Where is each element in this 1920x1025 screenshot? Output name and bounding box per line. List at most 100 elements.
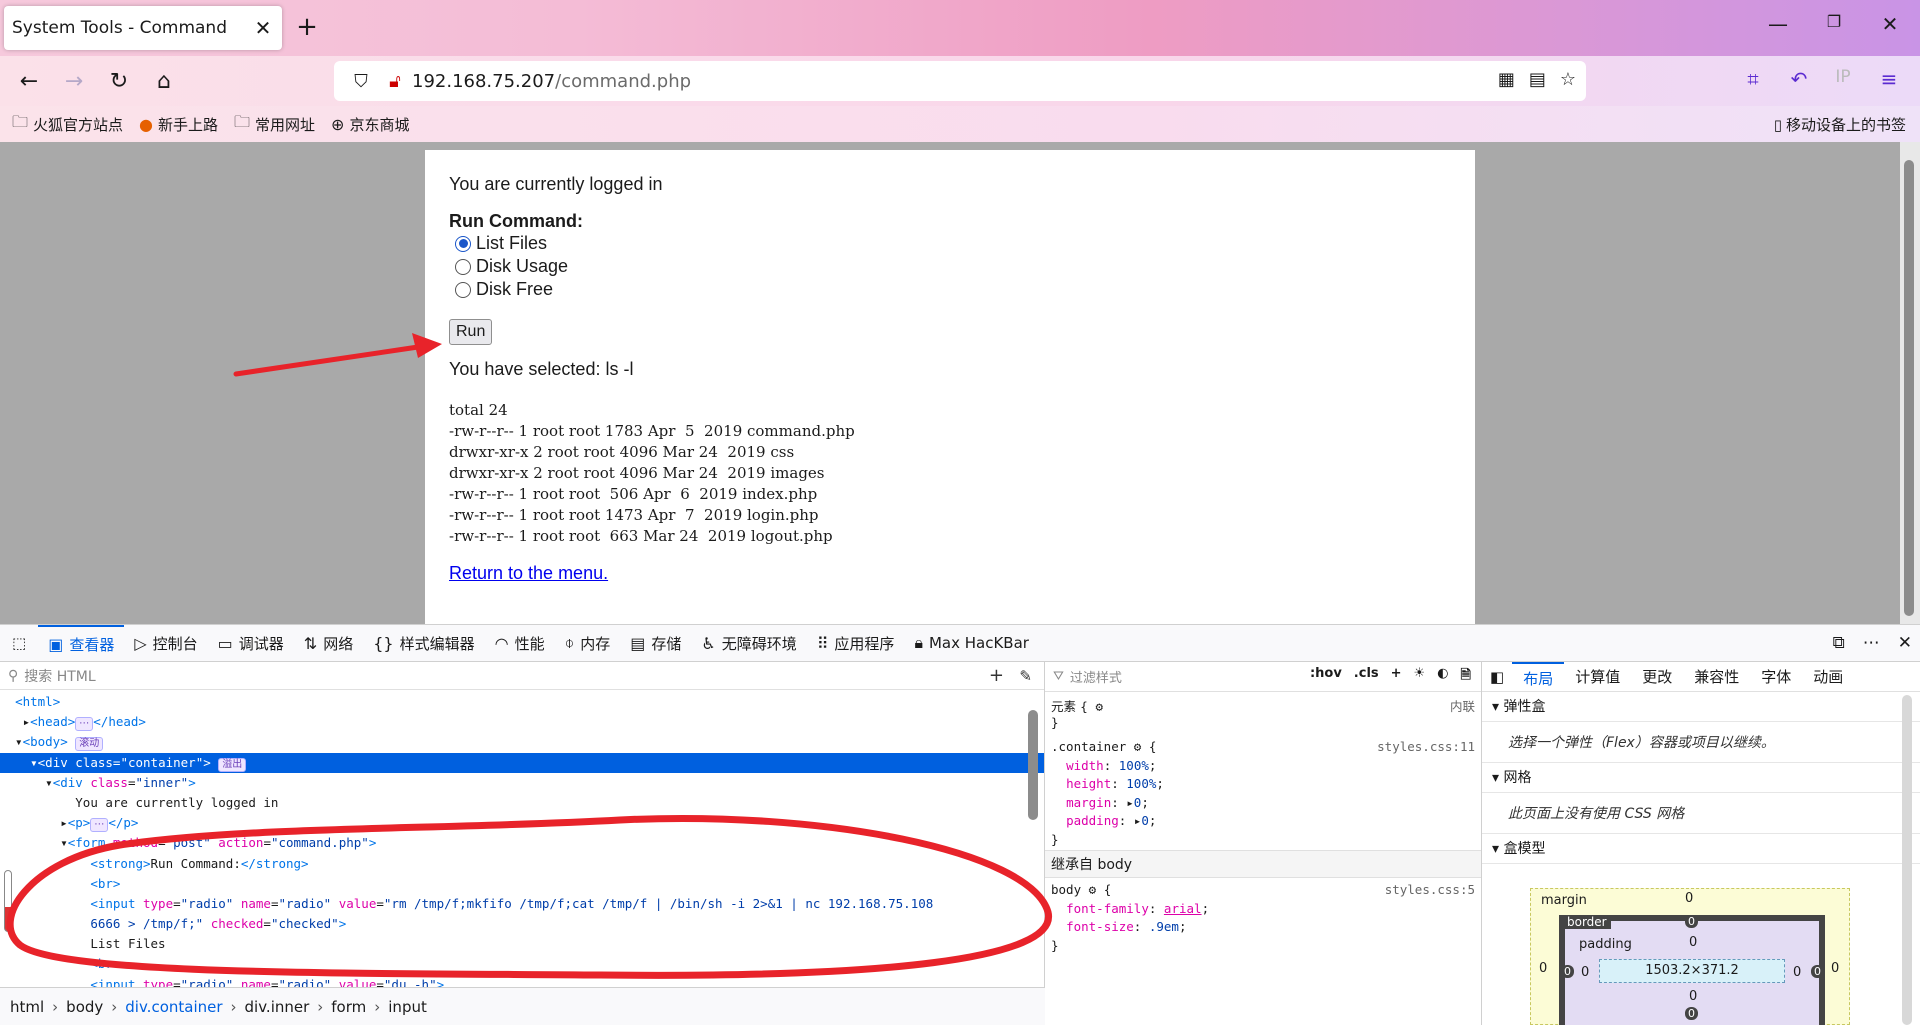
crumb-form[interactable]: form: [331, 998, 366, 1016]
tab-performance[interactable]: ◠ 性能: [485, 625, 555, 662]
hov-toggle[interactable]: :hov: [1310, 666, 1342, 688]
cls-toggle[interactable]: .cls: [1354, 666, 1379, 688]
tab-animations[interactable]: 动画: [1802, 662, 1854, 692]
reader-view-icon[interactable]: ▤: [1529, 69, 1546, 90]
tab-layout[interactable]: 布局: [1512, 661, 1565, 692]
tab-application[interactable]: ⠿ 应用程序: [807, 625, 905, 662]
tab-debugger[interactable]: ▭ 调试器: [208, 625, 294, 662]
restore-icon[interactable]: ❐: [1814, 12, 1854, 42]
element-picker-icon[interactable]: ⬚: [0, 625, 38, 662]
devtools-close-icon[interactable]: ✕: [1898, 633, 1912, 653]
padding-left-value[interactable]: 0: [1581, 965, 1589, 980]
shield-icon[interactable]: ⛉: [344, 71, 378, 92]
crumb-input[interactable]: input: [388, 998, 427, 1016]
bookmark-common-sites[interactable]: 🗀 常用网址: [234, 111, 315, 138]
home-icon[interactable]: ⌂: [149, 67, 179, 97]
sidebar-toggle-icon[interactable]: ◧: [1482, 662, 1512, 692]
scroll-badge[interactable]: 滚动: [75, 737, 104, 752]
tree-text-node[interactable]: You are currently logged in: [0, 793, 1044, 813]
mobile-bookmarks[interactable]: ▯ 移动设备上的书签: [1774, 114, 1906, 135]
css-prop[interactable]: font-size: .9em;: [1045, 919, 1481, 938]
tab-storage[interactable]: ▤ 存储: [620, 625, 691, 662]
tree-node-p[interactable]: ▸<p> ⋯ </p>: [0, 813, 1044, 833]
new-tab-icon[interactable]: +: [294, 12, 320, 42]
undo-icon[interactable]: ↶: [1784, 67, 1814, 91]
rule-body[interactable]: body ⚙ {styles.css:5: [1045, 882, 1481, 901]
tab-network[interactable]: ⇅ 网络: [294, 625, 363, 662]
padding-right-value[interactable]: 0: [1793, 965, 1801, 980]
padding-bottom-value[interactable]: 0: [1689, 989, 1697, 1004]
rule-container[interactable]: .container ⚙ {styles.css:11: [1045, 739, 1481, 758]
run-button[interactable]: Run: [449, 319, 493, 345]
active-tab[interactable]: System Tools - Command ✕: [4, 6, 282, 50]
css-prop[interactable]: margin: ▸0;: [1045, 795, 1481, 814]
bookmark-firefox-official[interactable]: 🗀 火狐官方站点: [12, 111, 123, 138]
tree-text-list-files[interactable]: List Files: [0, 934, 1044, 954]
tab-console[interactable]: ▷ 控制台: [124, 625, 207, 662]
tree-node-input-modified-cont[interactable]: 6666 > /tmp/f;" checked="checked">: [0, 914, 1044, 934]
add-rule-icon[interactable]: +: [1391, 666, 1402, 688]
ip-extension-icon[interactable]: IP: [1828, 67, 1858, 87]
crumb-body[interactable]: body: [66, 998, 103, 1016]
rule-element[interactable]: 元素 { ⚙ 内联: [1045, 696, 1481, 715]
forward-icon[interactable]: →: [59, 67, 89, 97]
tree-node-html[interactable]: <html>: [0, 692, 1044, 712]
border-right-value[interactable]: 0: [1811, 965, 1824, 978]
light-mode-icon[interactable]: ☀: [1414, 666, 1426, 688]
add-node-icon[interactable]: +: [989, 665, 1004, 686]
css-prop[interactable]: font-family: arial;: [1045, 901, 1481, 920]
close-tab-icon[interactable]: ✕: [252, 16, 274, 40]
css-prop[interactable]: padding: ▸0;: [1045, 813, 1481, 832]
crop-icon[interactable]: ⌗: [1738, 67, 1768, 91]
tree-node-form[interactable]: ▾<form method="post" action="command.php…: [0, 833, 1044, 853]
tab-fonts[interactable]: 字体: [1750, 662, 1802, 692]
html-search-input[interactable]: 搜索 HTML: [24, 666, 95, 686]
overflow-badge[interactable]: 溢出: [218, 757, 247, 772]
radio-disk-free[interactable]: Disk Free: [449, 278, 1451, 301]
qr-code-icon[interactable]: ▦: [1498, 69, 1515, 90]
crumb-inner[interactable]: div.inner: [245, 998, 310, 1016]
bookmark-getting-started[interactable]: ● 新手上路: [139, 114, 218, 135]
inspector-scrollbar[interactable]: [1028, 710, 1038, 820]
radio-checked-icon[interactable]: [455, 235, 471, 252]
tab-accessibility[interactable]: ♿︎ 无障碍环境: [691, 625, 806, 662]
margin-top-value[interactable]: 0: [1685, 891, 1693, 906]
crumb-html[interactable]: html: [10, 998, 44, 1016]
return-menu-link[interactable]: Return to the menu.: [449, 563, 1451, 584]
page-scrollbar-thumb[interactable]: [1904, 160, 1914, 616]
radio-list-files[interactable]: List Files: [449, 232, 1451, 255]
more-options-icon[interactable]: ⋯: [1863, 633, 1880, 653]
bookmark-star-icon[interactable]: ☆: [1560, 69, 1576, 90]
radio-disk-usage[interactable]: Disk Usage: [449, 255, 1451, 278]
window-close-icon[interactable]: ✕: [1870, 12, 1910, 42]
tab-computed[interactable]: 计算值: [1564, 662, 1631, 692]
minimize-icon[interactable]: —: [1758, 12, 1798, 42]
tab-compatibility[interactable]: 兼容性: [1683, 662, 1750, 692]
tree-node-strong[interactable]: <strong>Run Command:</strong>: [0, 854, 1044, 874]
filter-styles-input[interactable]: 过滤样式: [1070, 667, 1122, 686]
tab-changes[interactable]: 更改: [1631, 662, 1683, 692]
tab-memory[interactable]: ⌽ 内存: [555, 625, 621, 662]
left-scroll-indicator[interactable]: [4, 870, 12, 932]
tree-node-br[interactable]: <br>: [0, 954, 1044, 974]
url-bar[interactable]: ⛉ 🔓︎ 192.168.75.207/command.php ▦ ▤ ☆: [334, 61, 1586, 101]
tree-node-inner[interactable]: ▾<div class="inner">: [0, 773, 1044, 793]
layout-scrollbar[interactable]: [1902, 695, 1912, 1025]
insecure-lock-icon[interactable]: 🔓︎: [378, 71, 412, 92]
tree-node-br[interactable]: <br>: [0, 874, 1044, 894]
tree-node-body[interactable]: ▾<body> 滚动: [0, 732, 1044, 752]
tab-hackbar[interactable]: 🔒︎ Max HacKBar: [904, 625, 1039, 662]
radio-unchecked-icon[interactable]: [455, 281, 471, 298]
tab-style-editor[interactable]: {} 样式编辑器: [363, 625, 484, 662]
print-icon[interactable]: 🗎: [1461, 666, 1471, 688]
eyedropper-icon[interactable]: ✎: [1019, 667, 1032, 685]
margin-right-value[interactable]: 0: [1831, 961, 1839, 976]
css-prop[interactable]: height: 100%;: [1045, 776, 1481, 795]
border-top-value[interactable]: 0: [1685, 915, 1698, 928]
grid-section[interactable]: ▾ 网格: [1482, 763, 1920, 793]
tab-inspector[interactable]: ▣ 查看器: [38, 624, 125, 662]
dark-mode-icon[interactable]: ◐: [1437, 666, 1448, 688]
reload-icon[interactable]: ↻: [104, 67, 134, 97]
padding-top-value[interactable]: 0: [1689, 935, 1697, 950]
flexbox-section[interactable]: ▾ 弹性盒: [1482, 692, 1920, 722]
